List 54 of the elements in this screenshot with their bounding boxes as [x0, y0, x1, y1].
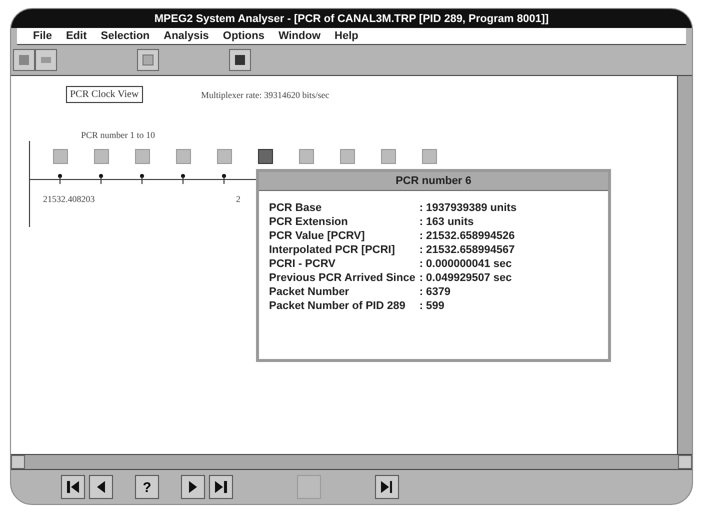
menu-item[interactable]: Edit — [66, 30, 87, 42]
popup-title: PCR number 6 — [259, 172, 608, 191]
field-label: PCR Value [PCRV] — [269, 229, 366, 243]
help-button[interactable]: ? — [135, 475, 159, 499]
field-value: : 21532.658994567 — [419, 243, 516, 257]
toolbar-icon[interactable] — [137, 49, 159, 71]
rate-text: Multiplexer rate: 39314620 bits/sec — [201, 90, 330, 100]
field-label: Previous PCR Arrived Since — [269, 271, 416, 285]
pcr-marker[interactable] — [340, 149, 355, 164]
pcr-marker[interactable] — [176, 149, 191, 164]
menu-item[interactable]: File — [33, 30, 52, 42]
pcr-marker[interactable] — [381, 149, 396, 164]
step-button[interactable] — [375, 475, 399, 499]
last-button[interactable] — [209, 475, 233, 499]
field-value: : 6379 — [419, 285, 452, 299]
field-value: : 1937939389 units — [419, 201, 518, 215]
field-label: Interpolated PCR [PCRI] — [269, 243, 396, 257]
window-title: MPEG2 System Analyser - [PCR of CANAL3M.TRP [PID 289, Program 8001]] — [11, 9, 692, 28]
pcr-marker[interactable] — [258, 149, 273, 164]
field-label: Packet Number of PID 289 — [269, 299, 406, 313]
range-text: PCR number 1 to 10 — [81, 130, 156, 140]
tick-label: 21532.408203 — [43, 194, 95, 204]
menu-item[interactable]: Analysis — [164, 30, 209, 42]
tick-label: 2 — [236, 194, 240, 204]
first-button[interactable] — [61, 475, 85, 499]
field-label: PCR Base — [269, 201, 323, 215]
first-icon — [64, 478, 82, 496]
field-label: Packet Number — [269, 285, 350, 299]
toolbar-icon[interactable] — [229, 49, 251, 71]
horizontal-scrollbar[interactable] — [11, 454, 692, 470]
menu-item[interactable]: Window — [278, 30, 321, 42]
field-value: : 21532.658994526 — [419, 229, 516, 243]
field-label: PCRI - PCRV — [269, 257, 336, 271]
pcr-marker[interactable] — [94, 149, 109, 164]
pcr-marker[interactable] — [422, 149, 437, 164]
field-value: : 163 units — [419, 215, 475, 229]
pcr-marker[interactable] — [53, 149, 68, 164]
field-value: : 0.000000041 sec — [419, 257, 513, 271]
vertical-scrollbar[interactable] — [677, 76, 692, 454]
field-label: PCR Extension — [269, 215, 349, 229]
view-label: PCR Clock View — [66, 86, 143, 103]
menu-item[interactable]: Help — [334, 30, 358, 42]
prev-button[interactable] — [89, 475, 113, 499]
toolbar-icon[interactable] — [13, 49, 35, 71]
pcr-marker[interactable] — [135, 149, 150, 164]
menu-item[interactable]: Selection — [100, 30, 150, 42]
pcr-marker[interactable] — [299, 149, 314, 164]
toolbar-icon[interactable] — [35, 49, 57, 71]
field-value: : 0.049929507 sec — [419, 271, 513, 285]
last-icon — [212, 478, 230, 496]
field-value: : 599 — [419, 299, 446, 313]
pcr-marker[interactable] — [217, 149, 232, 164]
next-button[interactable] — [181, 475, 205, 499]
menu-item[interactable]: Options — [222, 30, 264, 42]
